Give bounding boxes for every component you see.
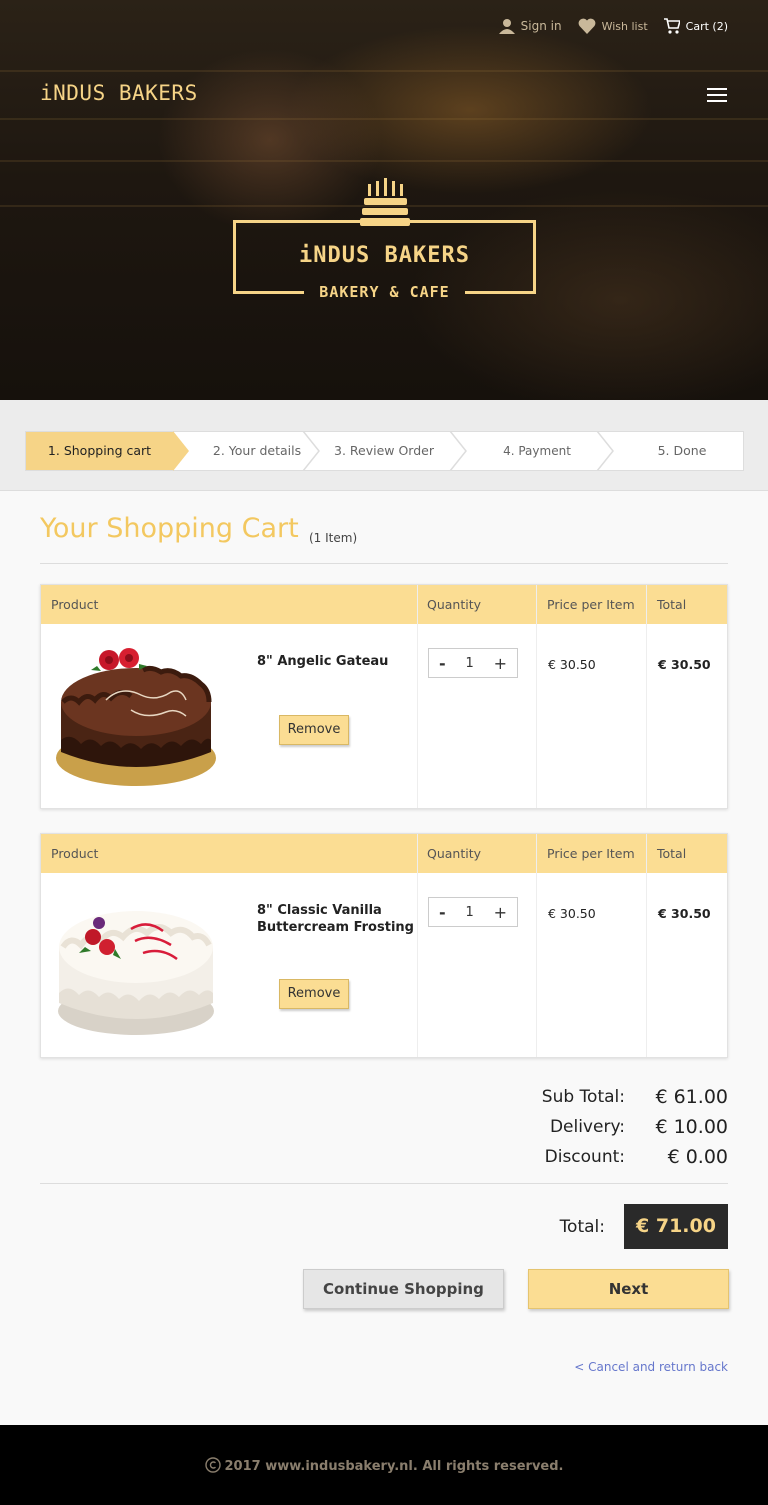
cart-item-card: Product Quantity Price per Item Total 8"…	[40, 833, 728, 1058]
column-header-total: Total	[657, 846, 687, 861]
page-title: Your Shopping Cart	[40, 513, 299, 544]
copyright-text: 2017 www.indusbakery.nl. All rights rese…	[224, 1459, 564, 1474]
table-header: Product Quantity Price per Item Total	[41, 585, 727, 624]
column-header-quantity: Quantity	[427, 597, 482, 612]
step-payment[interactable]: 4. Payment	[476, 432, 598, 470]
remove-button[interactable]: Remove	[279, 979, 349, 1009]
quantity-value[interactable]: 1	[465, 905, 473, 920]
item-total: € 30.50	[658, 906, 711, 921]
cart-item-card: Product Quantity Price per Item Total 8"…	[40, 584, 728, 809]
subtotal-value: € 61.00	[655, 1086, 728, 1108]
chevron-right-icon	[302, 431, 320, 471]
chocolate-cake-image	[56, 648, 216, 786]
vanilla-cake-image	[58, 911, 214, 1035]
item-price: € 30.50	[548, 657, 596, 672]
wish-list-label: Wish list	[601, 19, 648, 33]
sign-in-label: Sign in	[520, 19, 562, 33]
copyright-icon	[204, 1457, 221, 1473]
step-review-order[interactable]: 3. Review Order	[326, 432, 442, 470]
next-button[interactable]: Next	[528, 1269, 729, 1309]
discount-value: € 0.00	[667, 1146, 728, 1168]
cart-item-count: (1 Item)	[309, 531, 358, 545]
column-header-quantity: Quantity	[427, 846, 482, 861]
column-header-product: Product	[51, 597, 99, 612]
cart-label: Cart (2)	[685, 19, 728, 33]
quantity-stepper: - 1 +	[428, 648, 518, 678]
discount-label: Discount:	[544, 1147, 625, 1167]
checkout-steps: 1. Shopping cart 2. Your details 3. Revi…	[25, 431, 744, 471]
total-value: € 71.00	[624, 1204, 728, 1249]
continue-shopping-button[interactable]: Continue Shopping	[303, 1269, 504, 1309]
cart-link[interactable]: Cart (2)	[663, 18, 728, 34]
item-price: € 30.50	[548, 906, 596, 921]
column-header-product: Product	[51, 846, 99, 861]
delivery-value: € 10.00	[655, 1116, 728, 1138]
divider	[40, 1183, 728, 1184]
product-name[interactable]: 8" Angelic Gateau	[257, 653, 417, 670]
total-label: Total:	[559, 1217, 605, 1237]
column-header-price: Price per Item	[547, 846, 635, 861]
column-header-total: Total	[657, 597, 687, 612]
product-name[interactable]: 8" Classic Vanilla Buttercream Frosting	[257, 902, 417, 936]
wish-list-link[interactable]: Wish list	[578, 18, 648, 34]
heart-icon	[578, 18, 596, 34]
increment-button[interactable]: +	[494, 654, 507, 673]
step-done[interactable]: 5. Done	[621, 432, 743, 470]
column-header-price: Price per Item	[547, 597, 635, 612]
decrement-button[interactable]: -	[439, 654, 446, 673]
remove-button[interactable]: Remove	[279, 715, 349, 745]
footer: 2017 www.indusbakery.nl. All rights rese…	[0, 1425, 768, 1505]
user-icon	[498, 19, 515, 34]
increment-button[interactable]: +	[494, 903, 507, 922]
subtotal-label: Sub Total:	[541, 1087, 625, 1107]
logo-title: iNDUS BAKERS	[299, 243, 470, 268]
menu-icon[interactable]	[707, 88, 727, 102]
quantity-stepper: - 1 +	[428, 897, 518, 927]
logo-subtitle: BAKERY & CAFE	[319, 283, 450, 301]
decrement-button[interactable]: -	[439, 903, 446, 922]
chevron-right-icon	[449, 431, 467, 471]
step-shopping-cart[interactable]: 1. Shopping cart	[26, 432, 173, 470]
cancel-link[interactable]: < Cancel and return back	[574, 1360, 728, 1374]
quantity-value[interactable]: 1	[465, 656, 473, 671]
top-nav: Sign in Wish list Cart (2)	[498, 18, 728, 34]
cart-icon	[663, 18, 680, 34]
table-header: Product Quantity Price per Item Total	[41, 834, 727, 873]
delivery-label: Delivery:	[549, 1117, 625, 1137]
hero-banner: Sign in Wish list Cart (2) iNDUS BAKERS	[0, 0, 768, 400]
brand-logo[interactable]: iNDUS BAKERS	[40, 81, 198, 105]
sign-in-link[interactable]: Sign in	[498, 18, 562, 34]
divider	[40, 563, 728, 564]
copyright: 2017 www.indusbakery.nl. All rights rese…	[0, 1457, 768, 1474]
chevron-right-icon	[596, 431, 614, 471]
item-total: € 30.50	[658, 657, 711, 672]
